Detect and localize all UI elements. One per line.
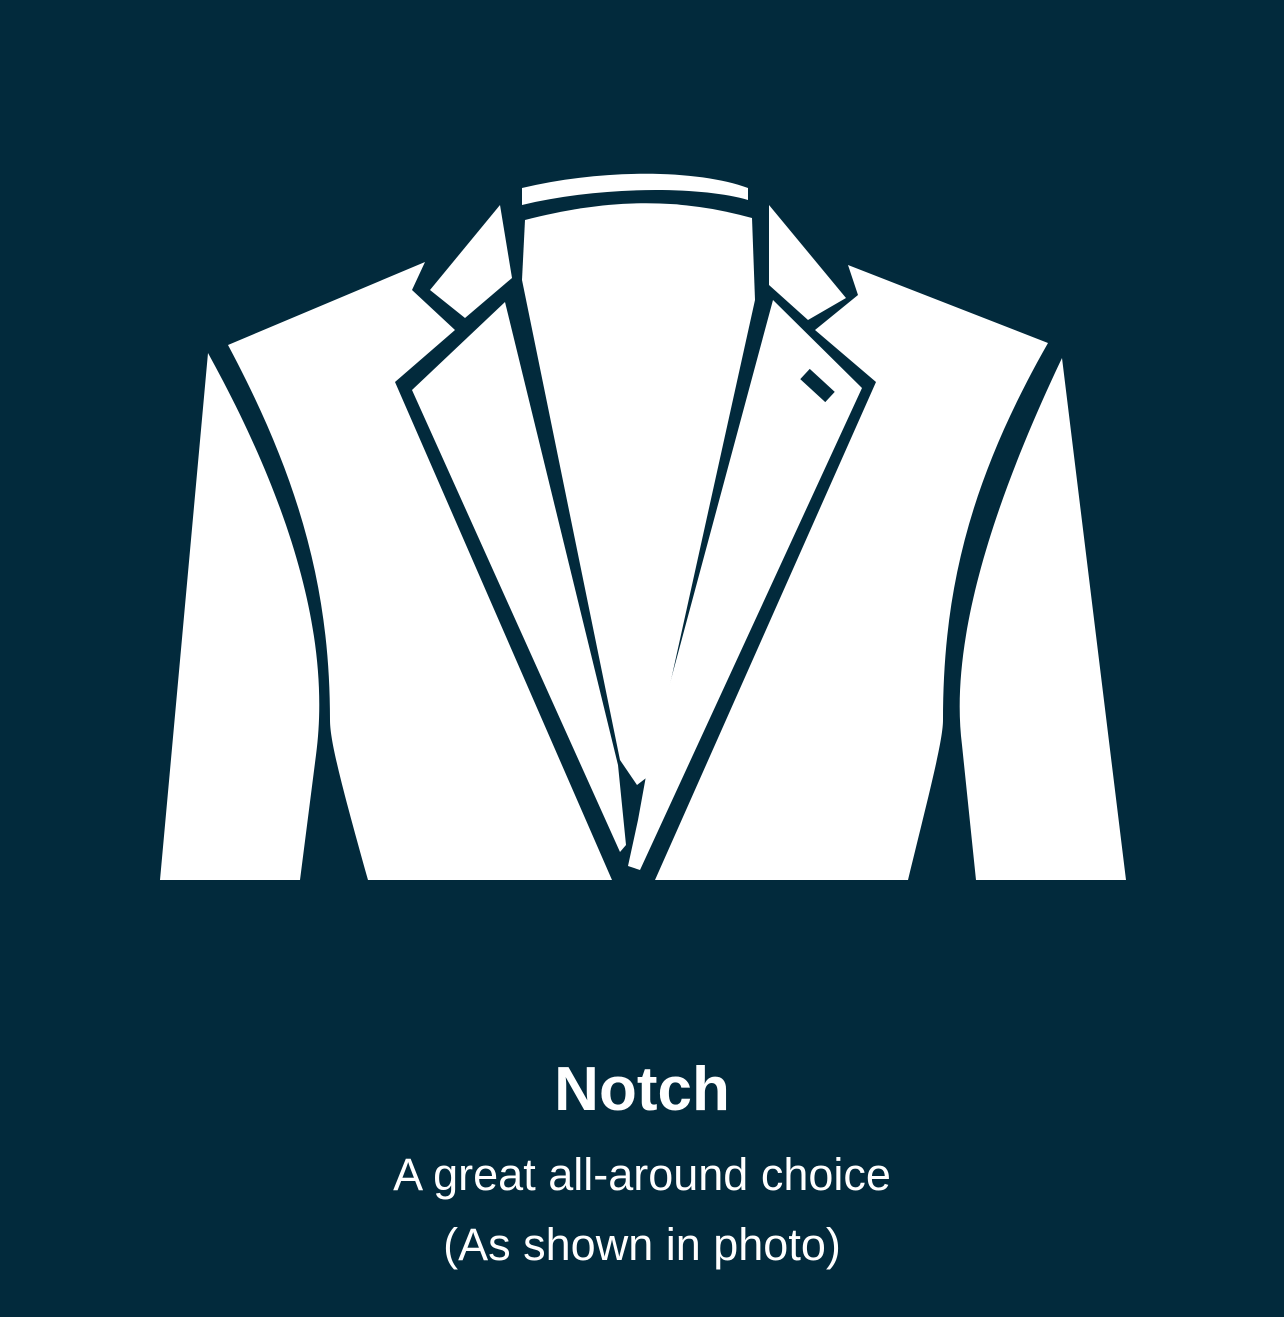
lapel-option-card[interactable]: Notch A great all-around choice (As show… — [0, 0, 1284, 1317]
notch-lapel-jacket-icon — [160, 173, 1126, 880]
option-note: (As shown in photo) — [443, 1219, 841, 1270]
option-caption: Notch A great all-around choice (As show… — [0, 1040, 1284, 1280]
option-title: Notch — [554, 1055, 730, 1124]
option-description: A great all-around choice — [393, 1149, 891, 1200]
